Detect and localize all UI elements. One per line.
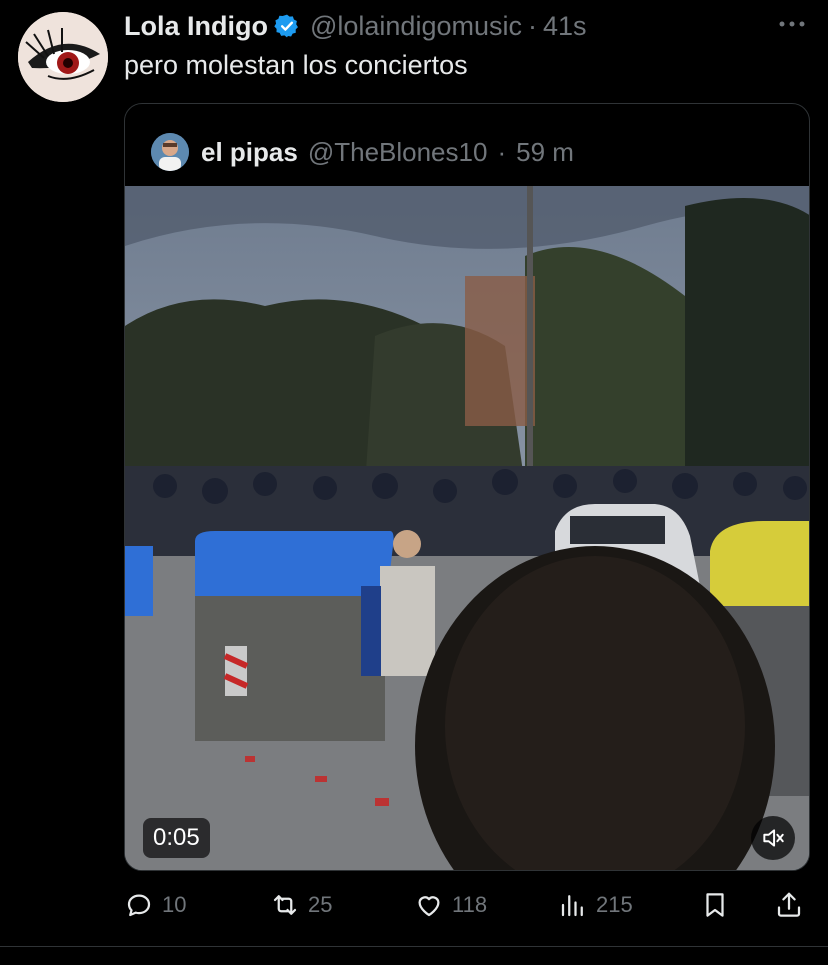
tweet-text: pero molestan los conciertos bbox=[124, 50, 468, 80]
video-player[interactable]: 0:05 bbox=[125, 186, 809, 870]
retweet-button[interactable]: 25 bbox=[270, 885, 332, 925]
author-handle[interactable]: @lolaindigomusic bbox=[310, 11, 522, 42]
tweet-header: Lola Indigo @lolaindigomusic · 41s bbox=[124, 8, 587, 44]
reply-count: 10 bbox=[162, 892, 187, 917]
retweet-icon bbox=[273, 895, 297, 915]
video-duration: 0:05 bbox=[143, 818, 210, 858]
separator-dot: · bbox=[528, 10, 537, 41]
video-frame bbox=[125, 186, 809, 870]
views-count: 215 bbox=[596, 892, 633, 917]
more-horizontal-icon[interactable] bbox=[776, 8, 808, 40]
quoted-tweet-header: el pipas @TheBlones10 · 59 m bbox=[151, 132, 574, 172]
like-button[interactable]: 118 bbox=[414, 885, 487, 925]
bookmark-icon bbox=[706, 893, 724, 917]
volume-muted-icon[interactable] bbox=[751, 816, 795, 860]
views-chart-icon bbox=[561, 895, 583, 917]
reply-icon bbox=[127, 894, 151, 917]
verified-badge-icon bbox=[274, 13, 300, 39]
quoted-author-avatar[interactable] bbox=[151, 133, 189, 171]
quoted-separator-dot: · bbox=[497, 136, 507, 167]
tweet-divider bbox=[0, 946, 828, 947]
reply-button[interactable]: 10 bbox=[124, 885, 186, 925]
author-avatar[interactable] bbox=[18, 12, 108, 102]
like-count: 118 bbox=[452, 892, 488, 917]
retweet-count: 25 bbox=[308, 892, 333, 917]
quoted-tweet[interactable]: el pipas @TheBlones10 · 59 m 0:05 bbox=[124, 103, 810, 871]
share-icon bbox=[777, 892, 801, 917]
bookmark-button[interactable] bbox=[700, 885, 730, 925]
quoted-tweet-time[interactable]: 59 m bbox=[516, 137, 574, 168]
quoted-author-handle[interactable]: @TheBlones10 bbox=[308, 137, 488, 168]
author-name[interactable]: Lola Indigo bbox=[124, 11, 268, 42]
quoted-author-name[interactable]: el pipas bbox=[201, 137, 298, 168]
tweet-time[interactable]: 41s bbox=[543, 11, 587, 42]
share-button[interactable] bbox=[774, 885, 804, 925]
views-button[interactable]: 215 bbox=[558, 885, 633, 925]
tweet-actions-bar: 10 25 118 215 bbox=[124, 885, 810, 925]
heart-icon bbox=[418, 896, 440, 917]
